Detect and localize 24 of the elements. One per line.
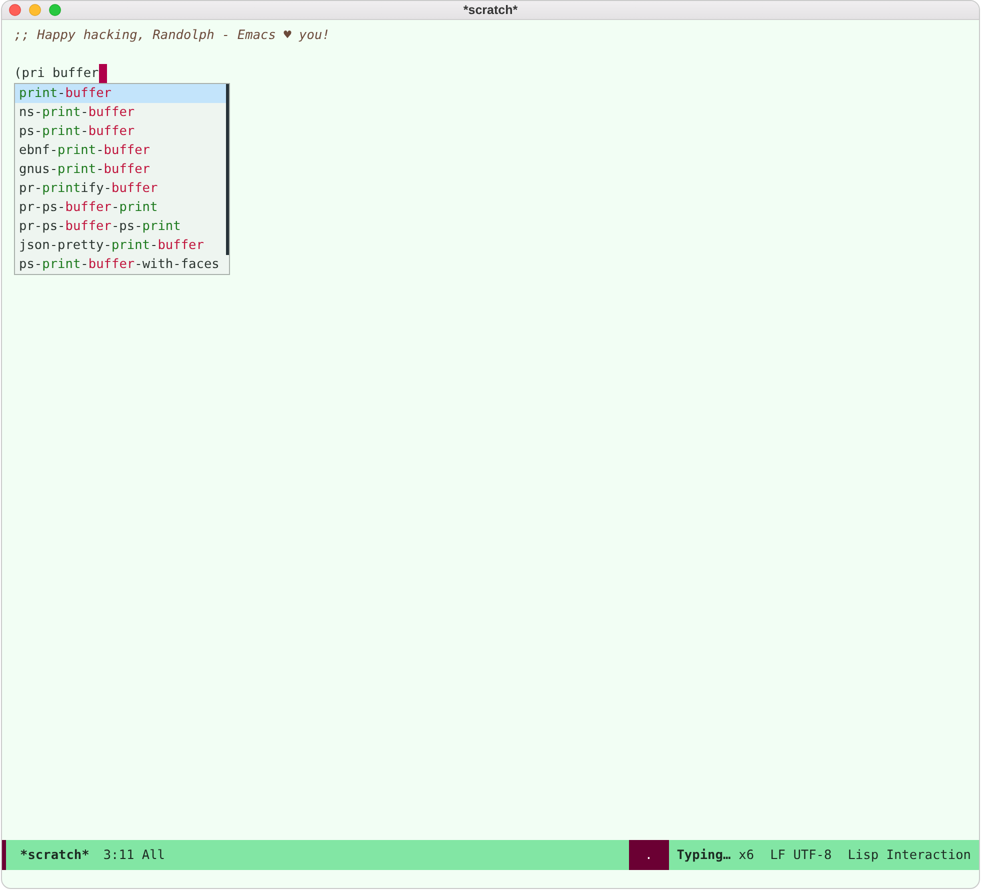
completion-item[interactable]: pr-ps-buffer-print <box>15 198 230 217</box>
code-line: (pri buffer <box>14 66 99 81</box>
close-icon[interactable] <box>9 4 21 16</box>
window-title: *scratch* <box>463 3 518 17</box>
state-indicator: . <box>628 840 669 870</box>
completion-item[interactable]: gnus-print-buffer <box>15 160 230 179</box>
status-text: Typing… <box>676 848 731 862</box>
buffer-name: *scratch* <box>20 848 90 862</box>
completion-item[interactable]: pr-ps-buffer-ps-print <box>15 217 230 236</box>
completion-item[interactable]: json-pretty-print-buffer <box>15 236 230 255</box>
zoom-icon[interactable] <box>49 4 61 16</box>
minimize-icon[interactable] <box>29 4 41 16</box>
encoding-label: LF UTF-8 <box>770 848 832 862</box>
text-cursor <box>98 64 107 83</box>
major-mode: Lisp Interaction <box>848 848 971 862</box>
completion-item[interactable]: pr-printify-buffer <box>15 179 230 198</box>
repeat-count: x6 <box>738 848 754 862</box>
scroll-thumb[interactable] <box>226 84 230 255</box>
cursor-position: 3:11 All <box>103 848 165 862</box>
completion-item[interactable]: ps-print-buffer-with-faces <box>15 255 230 274</box>
comment-line: ;; Happy hacking, Randolph - Emacs ♥ you! <box>14 28 330 43</box>
completion-item[interactable]: ns-print-buffer <box>15 103 230 122</box>
completion-item[interactable]: ebnf-print-buffer <box>15 141 230 160</box>
completion-item[interactable]: ps-print-buffer <box>15 122 230 141</box>
